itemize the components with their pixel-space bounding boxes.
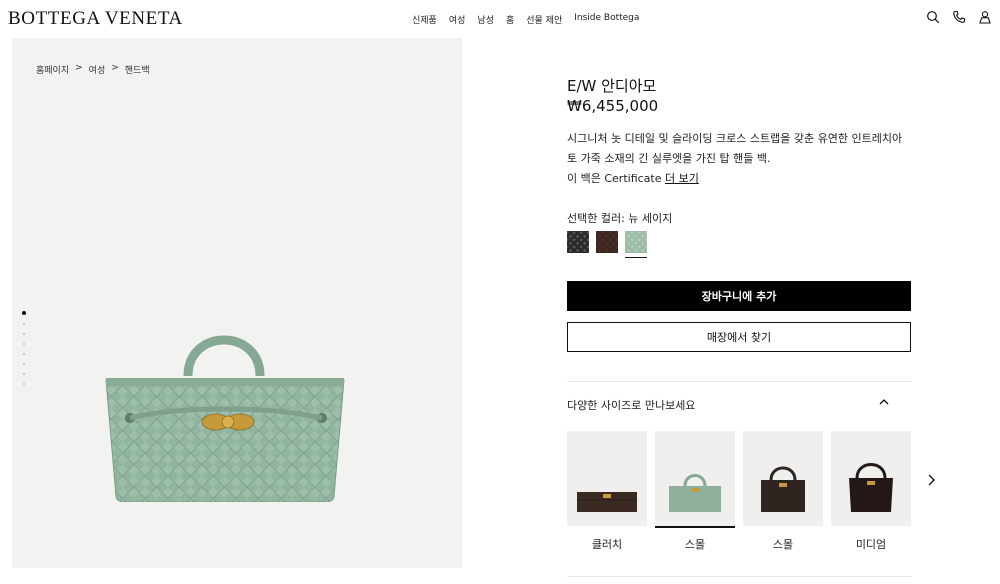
size-thumbnail bbox=[831, 431, 911, 526]
breadcrumb: 홈페이지 > 여성 > 핸드백 bbox=[36, 63, 150, 76]
breadcrumb-separator: > bbox=[75, 63, 83, 73]
size-card-small[interactable]: 스몰 bbox=[655, 431, 735, 552]
phone-icon[interactable] bbox=[952, 10, 966, 24]
size-card-medium[interactable]: 미디엄 bbox=[831, 431, 911, 552]
header-icons bbox=[926, 10, 992, 24]
gallery-dot[interactable] bbox=[23, 353, 25, 355]
product-description: 시그니처 놋 디테일 및 슬라이딩 크로스 스트랩을 갖춘 유연한 인트레치아토… bbox=[567, 132, 903, 165]
size-thumbnail bbox=[567, 431, 647, 526]
nav-item-new[interactable]: 신제품 bbox=[412, 13, 437, 26]
certificate-text: 이 백은 Certificate bbox=[567, 172, 662, 185]
swatch-black[interactable] bbox=[567, 231, 589, 253]
header: BOTTEGA VENETA 신제품 여성 남성 홈 선물 제안 Inside … bbox=[0, 0, 1000, 38]
gallery-dot[interactable] bbox=[22, 311, 26, 315]
nav-item-men[interactable]: 남성 bbox=[477, 13, 494, 26]
gallery-dot[interactable] bbox=[23, 363, 25, 365]
breadcrumb-separator: > bbox=[111, 63, 119, 73]
gallery-dot[interactable] bbox=[23, 373, 25, 375]
brand-logo[interactable]: BOTTEGA VENETA bbox=[8, 8, 183, 30]
size-thumbnail bbox=[743, 431, 823, 526]
product-price: ₩6,455,000 bbox=[567, 97, 659, 115]
product-title: E/W 안디아모 bbox=[567, 77, 657, 95]
breadcrumb-women[interactable]: 여성 bbox=[89, 63, 106, 76]
product-image-panel: 홈페이지 > 여성 > 핸드백 bbox=[12, 38, 462, 568]
size-label: 미디엄 bbox=[855, 538, 887, 551]
nav-item-home[interactable]: 홈 bbox=[506, 13, 514, 26]
product-image[interactable] bbox=[100, 306, 350, 502]
swatch-new-sage[interactable] bbox=[625, 231, 647, 253]
section-divider bbox=[567, 576, 911, 577]
account-icon[interactable] bbox=[978, 10, 992, 24]
section-divider bbox=[567, 381, 911, 382]
breadcrumb-home[interactable]: 홈페이지 bbox=[36, 63, 69, 76]
gallery-dot[interactable] bbox=[23, 383, 25, 385]
size-thumbnail bbox=[655, 431, 735, 528]
nav-item-women[interactable]: 여성 bbox=[449, 13, 466, 26]
size-label: 스몰 bbox=[772, 538, 794, 551]
gallery-dot[interactable] bbox=[23, 323, 25, 325]
size-card-clutch[interactable]: 클러치 bbox=[567, 431, 647, 552]
main-nav: 신제품 여성 남성 홈 선물 제안 Inside Bottega bbox=[412, 13, 639, 26]
selected-color-label: 선택한 컬러: 뉴 세이지 bbox=[567, 212, 673, 225]
size-card-small-2[interactable]: 스몰 bbox=[743, 431, 823, 552]
certificate-line: 이 백은 Certificate 더 보기 bbox=[567, 169, 699, 189]
selected-swatch-underline bbox=[625, 257, 647, 258]
add-to-cart-button[interactable]: 장바구니에 추가 bbox=[567, 281, 911, 311]
color-swatches bbox=[567, 231, 647, 253]
find-in-store-button[interactable]: 매장에서 찾기 bbox=[567, 322, 911, 352]
gallery-dot[interactable] bbox=[23, 333, 25, 335]
chevron-right-icon[interactable] bbox=[925, 473, 937, 487]
size-carousel: 클러치 스몰 스몰 미디엄 bbox=[567, 431, 911, 552]
nav-item-gifts[interactable]: 선물 제안 bbox=[526, 13, 562, 26]
swatch-fondant[interactable] bbox=[596, 231, 618, 253]
breadcrumb-handbags[interactable]: 핸드백 bbox=[125, 63, 150, 76]
gallery-pagination bbox=[22, 311, 26, 385]
search-icon[interactable] bbox=[926, 10, 940, 24]
gallery-dot[interactable] bbox=[23, 343, 25, 345]
nav-item-inside-bottega[interactable]: Inside Bottega bbox=[574, 13, 639, 26]
read-more-link[interactable]: 더 보기 bbox=[665, 172, 699, 185]
chevron-up-icon[interactable] bbox=[878, 396, 890, 408]
size-label: 클러치 bbox=[591, 538, 623, 551]
size-label: 스몰 bbox=[684, 538, 706, 551]
sizes-heading[interactable]: 다양한 사이즈로 만나보세요 bbox=[567, 397, 695, 413]
